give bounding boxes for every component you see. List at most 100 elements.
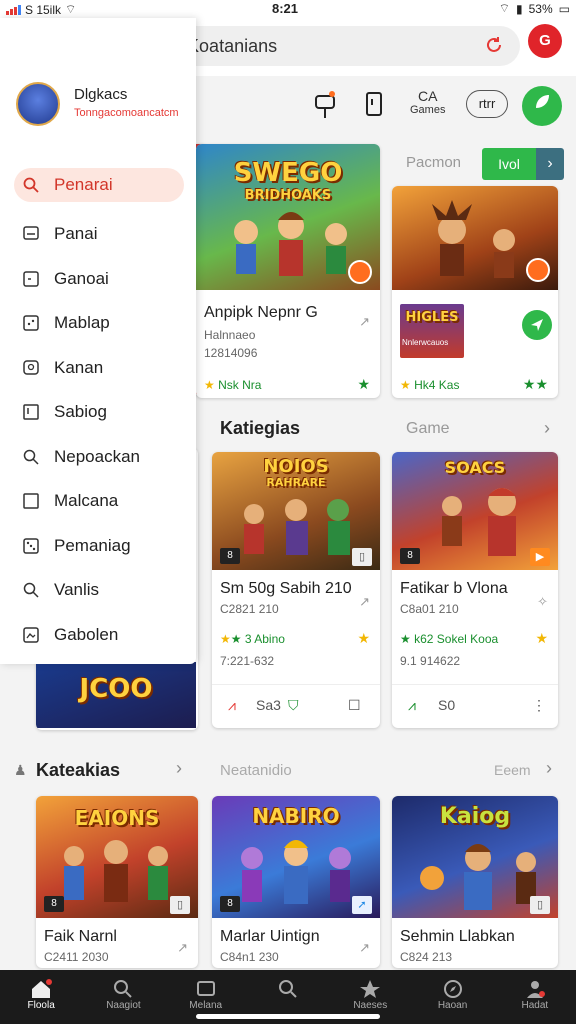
image-icon <box>22 626 40 644</box>
warrior-illustration <box>432 200 515 278</box>
tv-icon <box>165 978 247 1000</box>
bottom-nav-item[interactable]: Naagiot <box>82 970 164 1024</box>
game-art-title: Kaiog <box>439 804 511 829</box>
user-subtitle: Tonngacomoancatcm <box>74 107 179 119</box>
drawer-item-label: Mablap <box>54 313 110 333</box>
expand-icon[interactable]: ↗ <box>177 940 188 956</box>
drawer-item-label: Gabolen <box>54 624 119 644</box>
characters-illustration <box>64 840 168 902</box>
green-star-icon[interactable]: ★★ <box>523 376 548 393</box>
drawer-item-ganoai[interactable]: Ganoai <box>14 257 184 302</box>
game-card[interactable]: SWEGO BRIDHOAKS Anpipk Nepnr G Halnnaeo … <box>196 144 380 398</box>
bottom-nav-label: Melana <box>189 1000 223 1011</box>
search-icon <box>22 581 40 599</box>
reload-icon[interactable] <box>484 35 504 60</box>
clock: 8:21 <box>272 1 299 16</box>
drawer-item-pemaniag[interactable]: Pemaniag <box>14 524 184 569</box>
checkbox-icon[interactable]: ☐ <box>348 697 361 714</box>
section-aux[interactable]: Game <box>406 420 450 438</box>
drawer-item-gabolen[interactable]: Gabolen <box>14 613 184 658</box>
home-indicator[interactable] <box>196 1014 380 1019</box>
user-profile[interactable]: Dlgkacs Tonngacomoancatcm <box>16 80 192 130</box>
drawer-item-panai[interactable]: Panai <box>14 212 184 257</box>
drawer-item-mablap[interactable]: Mablap <box>14 301 184 346</box>
expand-icon[interactable]: ✧ <box>537 594 548 610</box>
chevron-right-icon[interactable]: › <box>546 758 552 779</box>
game-card[interactable]: SOACS 8 ▶ Fatikar b Vlona C8a01 210 ★ k6… <box>392 452 558 728</box>
game-card[interactable]: EAIONS 8 ▯ Faik Narnl C2411 2030 ↗ <box>36 796 198 968</box>
game-card[interactable]: Kaiog ▯ Sehmin Llabkan C824 213 <box>392 796 558 968</box>
filter-pill[interactable]: rtrr <box>466 90 508 118</box>
star-icon[interactable]: ★ <box>535 630 548 647</box>
profile-button[interactable]: G <box>528 24 562 58</box>
chevron-right-icon[interactable]: › <box>544 418 550 439</box>
drawer-item-sabiog[interactable]: Sabiog <box>14 390 184 435</box>
trend-icon[interactable]: ⩘ <box>408 697 416 714</box>
age-badge: 8 <box>44 896 64 912</box>
characters-illustration <box>234 212 347 276</box>
expand-icon[interactable]: ↗ <box>359 594 370 610</box>
star-icon <box>329 978 411 1000</box>
chevron-right-icon[interactable]: › <box>176 758 182 779</box>
section-aux[interactable]: Eeem <box>494 762 531 778</box>
drawer-item-kanan[interactable]: Kanan <box>14 346 184 391</box>
game-title: Marlar Uintign <box>220 928 320 945</box>
rating-text: Hk4 Kas <box>414 378 460 392</box>
bottom-nav-label: Naeses <box>353 1000 388 1011</box>
game-rating: ★ k62 Sokel Kooa <box>400 632 498 646</box>
games-tab[interactable]: CA Games <box>410 88 445 116</box>
footer-label: S0 <box>438 697 456 713</box>
top-row-button-label: Ivol <box>482 148 536 180</box>
bookmark-icon[interactable] <box>364 90 384 123</box>
shield-icon[interactable]: ⛉ <box>288 697 299 714</box>
drawer-item-malcana[interactable]: Malcana <box>14 479 184 524</box>
gamepad-icon[interactable] <box>314 90 336 125</box>
section-aux[interactable]: Neatanidio <box>220 762 292 779</box>
bottom-nav-item[interactable]: Floola <box>0 970 82 1024</box>
bookmark-icon <box>22 403 40 421</box>
game-art: Kaiog ▯ <box>392 796 558 918</box>
chat-icon <box>22 225 40 243</box>
drawer-item-label: Sabiog <box>54 402 107 422</box>
send-icon <box>531 319 543 331</box>
hot-badge-icon <box>348 260 372 284</box>
person-icon <box>494 978 576 1000</box>
leaf-button[interactable] <box>522 86 562 126</box>
square-icon <box>22 492 40 510</box>
green-star-icon[interactable]: ★ <box>357 376 370 393</box>
hot-badge-icon <box>526 258 550 282</box>
search-icon <box>82 978 164 1000</box>
game-title: Sehmin Llabkan <box>400 928 515 945</box>
expand-icon[interactable]: ↗ <box>359 940 370 956</box>
bottom-nav-item[interactable]: Haoan <box>411 970 493 1024</box>
trend-icon[interactable]: ⩘ <box>228 697 236 714</box>
drawer-item-nepoackan[interactable]: Nepoackan <box>14 435 184 480</box>
mini-game-title: HIGLES <box>405 310 459 325</box>
game-subtitle: C824 213 <box>400 950 453 964</box>
drawer-item-label: Malcana <box>54 491 119 511</box>
drawer-item-vanlis[interactable]: Vanlis <box>14 568 184 613</box>
game-card[interactable]: HIGLES Nnlerwcauos ★ Hk4 Kas ★★ <box>392 186 558 398</box>
characters-illustration <box>420 844 536 910</box>
games-tab-label: Games <box>410 104 446 116</box>
avatar <box>16 82 60 126</box>
search-icon <box>247 978 329 1000</box>
drawer-item-penarai[interactable]: Penarai <box>14 168 184 202</box>
chevron-right-icon: › <box>536 148 564 180</box>
share-button[interactable] <box>522 310 552 340</box>
bottom-nav-item[interactable]: Hadat <box>494 970 576 1024</box>
expand-icon[interactable]: ↗ <box>359 314 370 330</box>
toolbar: CA Games rtrr <box>300 84 576 130</box>
card-footer: ⩘ Sa3 ⛉ ☐ <box>212 684 380 728</box>
star-icon[interactable]: ★ <box>357 630 370 647</box>
carrier-label: S 15ilk <box>25 2 62 17</box>
game-card[interactable]: NOIOS RAHRARE 8 ▯ Sm 50g Sabih 210 C2821… <box>212 452 380 728</box>
drawer-nav: Penarai Panai Ganoai Mablap Kanan Sabiog… <box>14 168 184 657</box>
section-title: Kateakias <box>36 760 121 780</box>
characters-illustration <box>244 499 350 555</box>
game-card[interactable]: NABIRO 8 ➚ Marlar Uintign C84n1 230 ↗ <box>212 796 380 968</box>
top-row-button[interactable]: Ivol › <box>482 148 564 180</box>
wifi-icon: ⌔ <box>498 1 511 15</box>
age-badge: 8 <box>220 896 240 912</box>
more-icon[interactable]: ⋮ <box>532 697 546 714</box>
